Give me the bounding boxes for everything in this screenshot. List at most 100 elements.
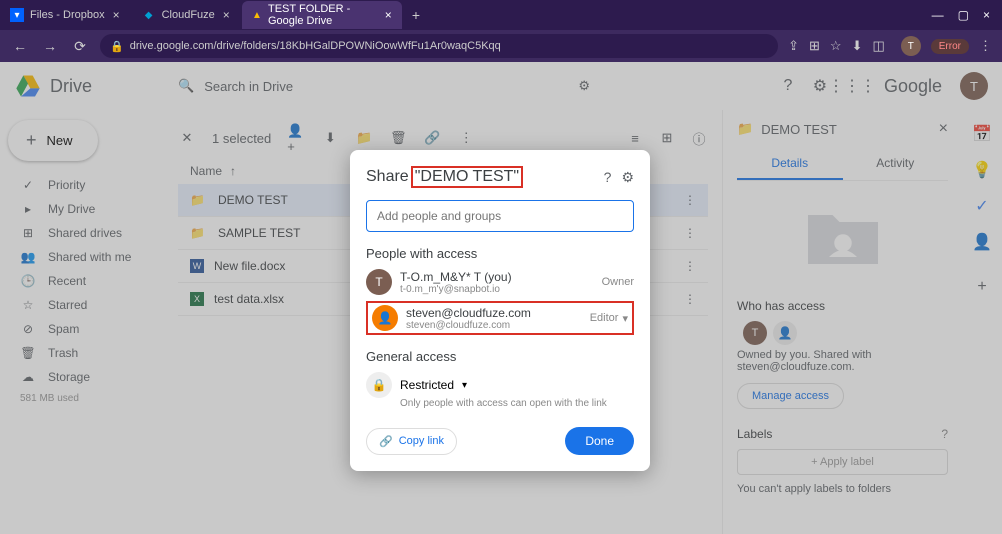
google-brand: Google [884, 76, 942, 97]
sidebar-item-shareddrives[interactable]: ⊞Shared drives [8, 221, 156, 245]
person-owner: T T-O.m_M&Y* T (you) t-0.m_m'y@snapbot.i… [366, 269, 634, 295]
keep-icon[interactable]: 💡 [972, 160, 992, 180]
drive-favicon: ▲ [252, 8, 262, 22]
reload-icon[interactable]: ⟳ [70, 38, 90, 55]
spam-icon: ⊘ [20, 322, 36, 336]
file-name: test data.xlsx [214, 292, 284, 306]
tasks-icon[interactable]: ✓ [975, 196, 988, 216]
error-badge[interactable]: Error [931, 39, 969, 54]
editor-avatar: 👤 [372, 305, 398, 331]
browser-tab-active[interactable]: ▲ TEST FOLDER - Google Drive × [242, 1, 402, 29]
done-button[interactable]: Done [565, 427, 634, 455]
share-icon[interactable]: ⇪ [788, 38, 799, 54]
url-input[interactable]: 🔒 drive.google.com/drive/folders/18KbHGa… [100, 34, 778, 58]
folder-icon: 📁 [190, 226, 208, 240]
close-icon[interactable]: × [223, 8, 230, 22]
sidebar-item-spam[interactable]: ⊘Spam [8, 317, 156, 341]
manage-access-button[interactable]: Manage access [737, 383, 844, 409]
cloudfuze-favicon: ◆ [142, 8, 156, 22]
extension-icon[interactable]: ⊞ [809, 38, 820, 54]
copy-link-button[interactable]: 🔗 Copy link [366, 428, 457, 455]
owner-avatar: T [743, 321, 767, 345]
search-placeholder: Search in Drive [204, 79, 293, 94]
restricted-description: Only people with access can open with th… [400, 398, 634, 409]
calendar-icon[interactable]: 📅 [972, 124, 992, 144]
panel-icon[interactable]: ◫ [872, 38, 884, 54]
priority-icon: ✓ [20, 178, 36, 192]
right-rail: 📅 💡 ✓ 👤 + [962, 110, 1002, 534]
person-editor: 👤 steven@cloudfuze.com steven@cloudfuze.… [372, 305, 628, 331]
chevron-down-icon: ▾ [462, 380, 467, 391]
gear-icon[interactable]: ⚙ [621, 169, 634, 186]
lock-icon: 🔒 [366, 372, 392, 398]
row-menu-icon[interactable]: ⋮ [684, 193, 696, 207]
drive-logo[interactable]: Drive [14, 72, 164, 100]
new-button[interactable]: + New [8, 120, 98, 161]
filter-icon[interactable]: ⚙ [578, 78, 590, 94]
account-avatar[interactable]: T [960, 72, 988, 100]
browser-tab[interactable]: ▾ Files - Dropbox × [0, 1, 130, 29]
settings-icon[interactable]: ⚙ [810, 76, 830, 96]
browser-avatar[interactable]: T [901, 36, 921, 56]
close-icon[interactable]: × [385, 8, 392, 22]
download-icon[interactable]: ⬇ [321, 129, 339, 147]
row-menu-icon[interactable]: ⋮ [684, 259, 696, 273]
forward-icon[interactable]: → [40, 38, 60, 54]
search-icon: 🔍 [178, 78, 194, 94]
tab-details[interactable]: Details [737, 148, 843, 180]
help-icon[interactable]: ? [778, 76, 798, 96]
people-icon: 👥 [20, 250, 36, 264]
delete-icon[interactable]: 🗑 [389, 129, 407, 147]
maximize-icon[interactable]: ▢ [958, 8, 969, 22]
row-menu-icon[interactable]: ⋮ [684, 226, 696, 240]
add-icon[interactable]: + [977, 278, 986, 296]
url-text: drive.google.com/drive/folders/18KbHGalD… [130, 40, 501, 52]
add-people-input[interactable] [366, 200, 634, 232]
share-title-prefix: Share [366, 168, 409, 186]
sidebar-item-priority[interactable]: ✓Priority [8, 173, 156, 197]
new-tab-button[interactable]: + [404, 7, 428, 23]
star-icon[interactable]: ☆ [830, 38, 842, 54]
close-selection-icon[interactable]: ✕ [178, 129, 196, 147]
general-access-row[interactable]: 🔒 Restricted ▾ [366, 372, 634, 398]
filter-icon[interactable]: ≡ [626, 129, 644, 147]
tab-activity[interactable]: Activity [843, 148, 949, 180]
close-icon[interactable]: × [113, 8, 120, 22]
sidebar-item-starred[interactable]: ☆Starred [8, 293, 156, 317]
help-icon[interactable]: ? [941, 427, 948, 441]
sidebar-item-sharedwithme[interactable]: 👥Shared with me [8, 245, 156, 269]
folder-preview [737, 181, 948, 291]
close-panel-icon[interactable]: × [939, 120, 948, 138]
details-panel: 📁 DEMO TEST × Details Activity Who has a… [722, 110, 962, 534]
help-icon[interactable]: ? [604, 169, 612, 186]
editor-role-dropdown[interactable]: Editor ▾ [590, 312, 628, 325]
browser-menu-icon[interactable]: ⋮ [979, 38, 992, 54]
share-icon[interactable]: 👤+ [287, 129, 305, 147]
download-icon[interactable]: ⬇ [852, 38, 863, 54]
file-name: DEMO TEST [218, 193, 288, 207]
move-icon[interactable]: 📁 [355, 129, 373, 147]
minimize-icon[interactable]: — [932, 8, 944, 22]
apply-label-button[interactable]: + Apply label [737, 449, 948, 475]
tab-label: Files - Dropbox [30, 9, 105, 21]
more-icon[interactable]: ⋮ [457, 129, 475, 147]
sidebar-item-mydrive[interactable]: ▸My Drive [8, 197, 156, 221]
editor-name: steven@cloudfuze.com [406, 306, 531, 320]
contacts-icon[interactable]: 👤 [972, 232, 992, 252]
browser-tab[interactable]: ◆ CloudFuze × [132, 1, 240, 29]
sidebar-item-trash[interactable]: 🗑Trash [8, 341, 156, 365]
window-close-icon[interactable]: × [983, 8, 990, 22]
grid-view-icon[interactable]: ⊞ [658, 129, 676, 147]
file-name: SAMPLE TEST [218, 226, 300, 240]
clock-icon: 🕒 [20, 274, 36, 288]
row-menu-icon[interactable]: ⋮ [684, 292, 696, 306]
labels-header: Labels [737, 427, 772, 441]
sidebar-item-recent[interactable]: 🕒Recent [8, 269, 156, 293]
apps-icon[interactable]: ⋮⋮⋮ [842, 76, 862, 96]
sidebar-item-storage[interactable]: ☁Storage [8, 365, 156, 389]
people-with-access-header: People with access [366, 246, 634, 261]
back-icon[interactable]: ← [10, 38, 30, 54]
search-input[interactable]: 🔍 Search in Drive ⚙ [164, 70, 604, 102]
info-icon[interactable]: ⓘ [690, 129, 708, 147]
link-icon[interactable]: 🔗 [423, 129, 441, 147]
